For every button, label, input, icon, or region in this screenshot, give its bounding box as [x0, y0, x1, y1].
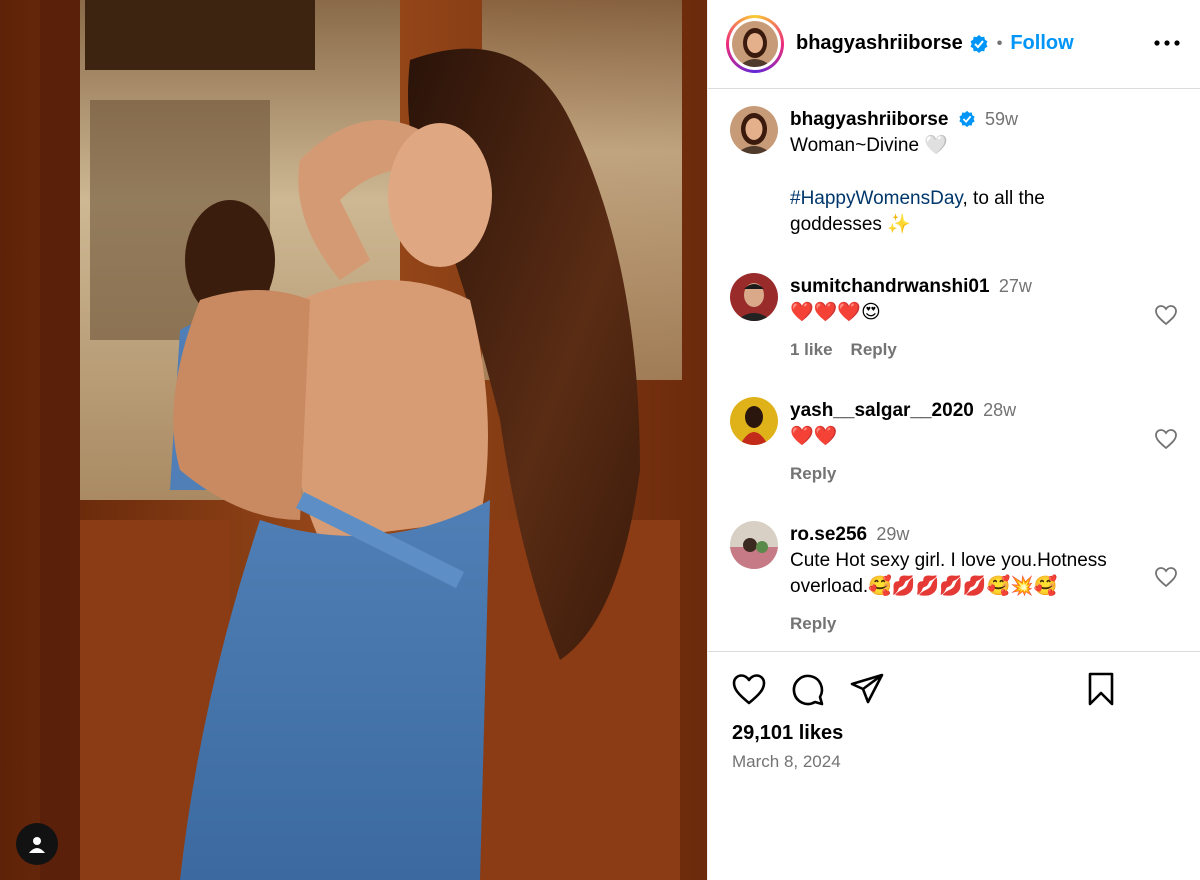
comment-text: ❤️❤️	[790, 426, 838, 447]
comment-time: 29w	[876, 524, 910, 544]
comment-text: ❤️❤️❤️😍	[790, 302, 881, 323]
comment-username[interactable]: yash__salgar__2020	[790, 400, 974, 421]
comment-item: yash__salgar__2020 28w ❤️❤️ Reply	[730, 397, 1178, 484]
post-date: March 8, 2024	[732, 752, 841, 771]
comment-icon[interactable]	[788, 670, 826, 708]
save-bookmark-icon[interactable]	[1082, 670, 1120, 708]
caption-time: 59w	[984, 109, 1018, 129]
comment-like-heart-icon[interactable]	[1154, 303, 1178, 327]
author-username[interactable]: bhagyashriiborse	[796, 32, 963, 55]
comment-item: ro.se256 29w Cute Hot sexy girl. I love …	[730, 521, 1178, 634]
comment-username[interactable]: sumitchandrwanshi01	[790, 276, 990, 297]
comment-like-count[interactable]: 1 like	[790, 340, 833, 360]
caption-line1: Woman~Divine 🤍	[790, 135, 948, 156]
comment-like-heart-icon[interactable]	[1154, 427, 1178, 451]
separator-dot: •	[996, 34, 1003, 52]
tagged-user-icon[interactable]	[16, 823, 58, 865]
more-options-icon[interactable]	[1152, 30, 1182, 56]
verified-badge-icon	[959, 110, 975, 128]
caption-username[interactable]: bhagyashriiborse	[790, 109, 948, 130]
share-send-icon[interactable]	[848, 670, 886, 708]
commenter-avatar[interactable]	[730, 273, 778, 321]
caption-hashtag[interactable]: #HappyWomensDay	[790, 188, 962, 209]
caption-avatar[interactable]	[730, 106, 778, 154]
comments-list[interactable]: bhagyashriiborse 59w Woman~Divine 🤍 #Hap…	[708, 90, 1200, 650]
post-side-panel: bhagyashriiborse • Follow bhagyashriibor…	[707, 0, 1200, 880]
post-actions: 29,101 likes March 8, 2024	[708, 651, 1200, 880]
commenter-avatar[interactable]	[730, 397, 778, 445]
comment-text: Cute Hot sexy girl. I love you.Hotness o…	[790, 550, 1107, 597]
verified-badge-icon	[970, 34, 988, 53]
reply-button[interactable]: Reply	[790, 614, 836, 634]
author-avatar	[732, 21, 778, 67]
comment-item: sumitchandrwanshi01 27w ❤️❤️❤️😍 1 like R…	[730, 273, 1178, 360]
reply-button[interactable]: Reply	[851, 340, 897, 360]
likes-count[interactable]: 29,101 likes	[732, 722, 843, 745]
post-image	[0, 0, 707, 880]
reply-button[interactable]: Reply	[790, 464, 836, 484]
comment-time: 27w	[998, 276, 1032, 296]
comment-username[interactable]: ro.se256	[790, 524, 867, 545]
post-header: bhagyashriiborse • Follow	[708, 0, 1200, 89]
caption-line2: #HappyWomensDay, to all the goddesses ✨	[790, 186, 1138, 238]
post-photo[interactable]	[0, 0, 707, 880]
comment-like-heart-icon[interactable]	[1154, 565, 1178, 589]
caption-row: bhagyashriiborse 59w Woman~Divine 🤍 #Hap…	[730, 106, 1178, 238]
like-heart-icon[interactable]	[730, 670, 768, 708]
follow-button[interactable]: Follow	[1010, 32, 1073, 55]
story-ring[interactable]	[726, 15, 784, 73]
comment-time: 28w	[983, 400, 1017, 420]
commenter-avatar[interactable]	[730, 521, 778, 569]
